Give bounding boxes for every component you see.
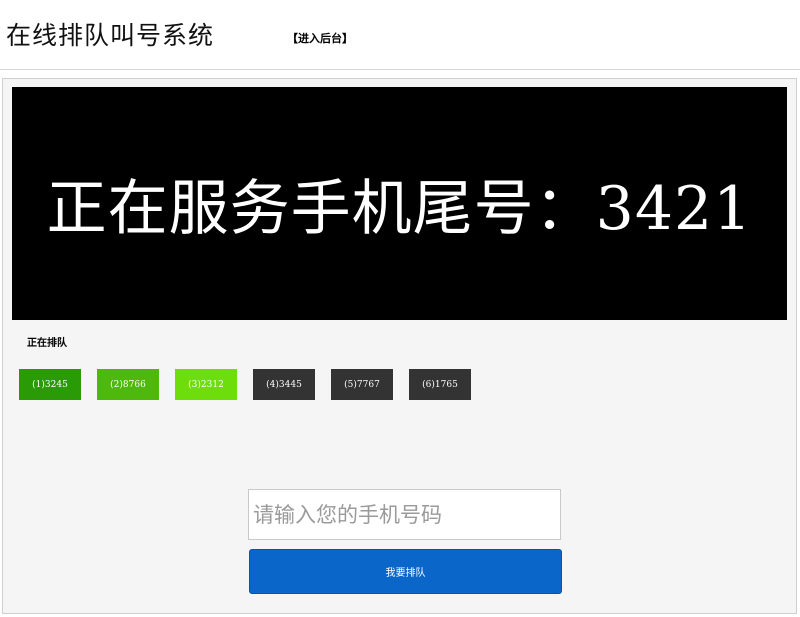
- queue-item: (1)3245: [19, 369, 81, 400]
- queue-list: (1)3245 (2)8766 (3)2312 (4)3445 (5)7767 …: [19, 369, 471, 400]
- admin-backend-link[interactable]: 【进入后台】: [287, 30, 353, 46]
- now-serving-display: 正在服务手机尾号：3421: [12, 87, 787, 320]
- join-queue-button[interactable]: 我要排队: [249, 549, 562, 594]
- queue-item: (6)1765: [409, 369, 471, 400]
- queue-heading: 正在排队: [27, 338, 67, 349]
- app-title: 在线排队叫号系统: [6, 21, 215, 50]
- queue-item: (5)7767: [331, 369, 393, 400]
- queue-item: (3)2312: [175, 369, 237, 400]
- phone-number-input[interactable]: [248, 489, 561, 540]
- now-serving-text: 正在服务手机尾号：3421: [46, 174, 753, 244]
- main-panel: 正在服务手机尾号：3421 正在排队 (1)3245 (2)8766 (3)23…: [2, 78, 797, 614]
- queue-item: (4)3445: [253, 369, 315, 400]
- queue-item: (2)8766: [97, 369, 159, 400]
- page-header: 在线排队叫号系统 【进入后台】: [0, 0, 800, 70]
